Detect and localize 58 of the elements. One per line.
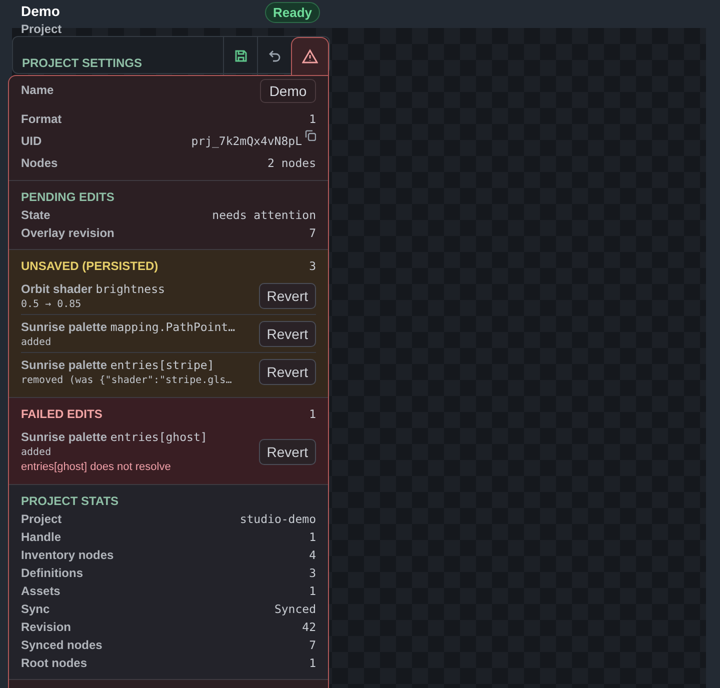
edit-detail: added: [21, 337, 52, 348]
field-value: 4: [309, 548, 316, 562]
field-value: Synced: [274, 602, 316, 616]
section-heading: PROJECT STATS: [21, 494, 119, 508]
field-value: needs attention: [212, 208, 316, 222]
revert-button[interactable]: Revert: [258, 321, 316, 347]
field-label: Format: [21, 112, 62, 126]
field-label: Name: [21, 83, 54, 97]
edit-count: 3: [309, 258, 316, 272]
field-label: Project: [21, 512, 62, 526]
field-label: Root nodes: [21, 656, 87, 670]
section-heading: FAILED EDITS: [21, 406, 102, 420]
field-label: Sync: [21, 602, 50, 616]
edit-count: 1: [309, 406, 316, 420]
status-badge: Ready: [264, 2, 320, 23]
field-value: 1: [309, 530, 316, 544]
field-value: 1: [309, 656, 316, 670]
field-label: Synced nodes: [21, 638, 102, 652]
field-label: Handle: [21, 530, 62, 544]
field-label: Definitions: [21, 566, 83, 580]
field-value: 1: [309, 584, 316, 598]
revert-button[interactable]: Revert: [258, 438, 316, 464]
edit-target: Sunrise palette entries[ghost]: [21, 430, 208, 444]
section-heading: PENDING EDITS: [21, 190, 114, 204]
project-title: Demo: [21, 2, 61, 21]
edit-detail: added: [21, 447, 52, 458]
field-label: Nodes: [21, 156, 58, 170]
field-label: UID: [21, 134, 42, 148]
project-subtitle: Project: [21, 22, 62, 36]
field-label: Assets: [21, 584, 60, 598]
undo-icon: [268, 49, 282, 63]
copy-icon[interactable]: [305, 130, 316, 141]
edit-target: Orbit shader brightness: [21, 282, 166, 296]
edit-detail: removed (was {"shader":"stripe.gls…: [21, 375, 233, 386]
field-value: 7: [309, 638, 316, 652]
edit-target: Sunrise palette entries[stripe]: [21, 358, 216, 372]
name-input[interactable]: Demo: [260, 78, 316, 102]
field-label: Overlay revision: [21, 226, 114, 240]
warning-icon: [302, 49, 318, 64]
field-value: 2 nodes: [268, 156, 316, 170]
save-icon: [234, 49, 248, 63]
revert-button[interactable]: Revert: [258, 283, 316, 309]
field-value: 42: [302, 620, 316, 634]
field-value: prj_7k2mQx4vN8pL: [191, 134, 302, 148]
revert-button[interactable]: Revert: [258, 359, 316, 385]
field-label: State: [21, 208, 50, 222]
section-heading: UNSAVED (PERSISTED): [21, 258, 158, 272]
field-label: Revision: [21, 620, 72, 634]
edit-target: Sunrise palette mapping.PathPoint…: [21, 320, 236, 334]
section-heading: PROJECT SETTINGS: [22, 56, 142, 70]
error-message: entries[ghost] does not resolve: [21, 461, 172, 473]
edit-detail: 0.5 → 0.85: [21, 299, 82, 310]
warning-button[interactable]: [291, 37, 329, 75]
field-label: Inventory nodes: [21, 548, 114, 562]
field-value: 3: [309, 566, 316, 580]
field-value: 7: [309, 226, 316, 240]
field-value: 1: [309, 112, 316, 126]
field-value: studio-demo: [240, 512, 316, 526]
